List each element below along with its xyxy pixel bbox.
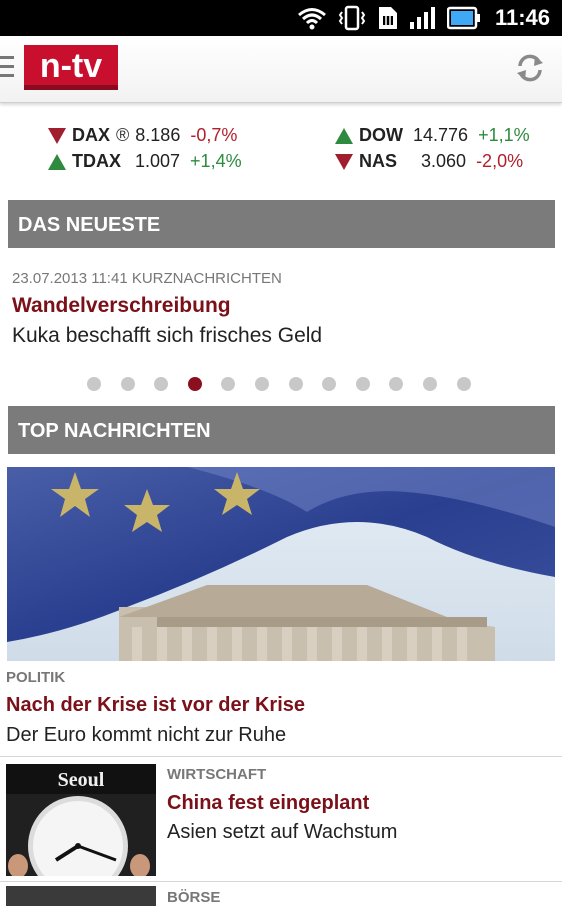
up-arrow-icon [48, 153, 66, 170]
ticker-name: TDAX [72, 151, 121, 171]
signal-icon [409, 7, 435, 29]
ntv-logo[interactable]: n-tv [24, 45, 118, 93]
ticker-change: +1,4% [190, 151, 242, 171]
pager-dot[interactable] [120, 377, 135, 391]
market-ticker: DAX ® 8.186 -0,7% TDAX 1.007 +1,4% DOW 1… [0, 118, 562, 188]
ticker-registered-mark: ® [116, 125, 130, 145]
item-kicker[interactable]: China fest eingeplant [167, 792, 369, 815]
menu-icon[interactable] [0, 56, 14, 80]
news-meta: 23.07.2013 11:41 KURZNACHRICHTEN [12, 270, 282, 287]
thumbnail-seoul-clock[interactable]: Seoul [6, 764, 156, 876]
ticker-name: NAS [359, 151, 398, 171]
item-category: WIRTSCHAFT [167, 766, 267, 783]
pager-dot[interactable] [355, 377, 370, 391]
ticker-item-tdax[interactable]: TDAX 1.007 +1,4% [48, 151, 242, 172]
news-kicker[interactable]: Wandelverschreibung [12, 294, 231, 318]
pager-dot[interactable] [154, 377, 169, 391]
ticker-value: 3.060 [421, 151, 467, 171]
vibrate-icon [338, 5, 366, 31]
divider [0, 756, 562, 757]
pager-dot[interactable] [254, 377, 269, 391]
wifi-icon [297, 8, 326, 30]
ticker-item-dow[interactable]: DOW 14.776 +1,1% [335, 125, 530, 146]
news-title[interactable]: Kuka beschafft sich frisches Geld [12, 324, 322, 348]
app-bar: n-tv [0, 36, 562, 103]
divider [0, 881, 562, 882]
pager-dots[interactable] [87, 377, 471, 391]
ticker-item-dax[interactable]: DAX ® 8.186 -0,7% [48, 125, 237, 146]
status-bar: 11:46 [0, 0, 562, 36]
logo-text: n-tv [40, 47, 102, 85]
pager-dot[interactable] [288, 377, 303, 391]
hero-image-eu-flag-acropolis[interactable] [7, 467, 555, 661]
status-time: 11:46 [494, 5, 550, 30]
item-category: BÖRSE [167, 889, 221, 906]
pager-dot-active[interactable] [187, 377, 202, 391]
battery-icon [446, 6, 480, 30]
pager-dot[interactable] [221, 377, 236, 391]
thumbnail-stock-board[interactable] [6, 886, 156, 906]
ticker-name: DOW [359, 125, 403, 145]
ticker-value: 8.186 [135, 125, 181, 145]
pager-dot[interactable] [322, 377, 337, 391]
down-arrow-icon [48, 127, 66, 144]
status-icons: 11:46 [297, 0, 550, 36]
hero-category: POLITIK [6, 669, 66, 686]
ticker-item-nas[interactable]: NAS 3.060 -2,0% [335, 151, 523, 172]
item-title[interactable]: Asien setzt auf Wachstum [167, 821, 397, 844]
up-arrow-icon [335, 127, 353, 144]
ticker-value: 14.776 [413, 125, 469, 145]
pager-dot[interactable] [389, 377, 404, 391]
section-header-top: TOP NACHRICHTEN [8, 406, 555, 454]
ticker-value: 1.007 [135, 151, 181, 171]
ticker-change: +1,1% [478, 125, 530, 145]
refresh-icon[interactable] [514, 52, 546, 84]
ticker-change: -2,0% [476, 151, 524, 171]
pager-dot[interactable] [87, 377, 101, 391]
ticker-change: -0,7% [190, 125, 238, 145]
hero-title[interactable]: Der Euro kommt nicht zur Ruhe [6, 724, 286, 747]
hero-kicker[interactable]: Nach der Krise ist vor der Krise [6, 694, 305, 717]
section-header-newest: DAS NEUESTE [8, 200, 555, 248]
pager-dot[interactable] [456, 377, 471, 391]
sim-icon [378, 7, 397, 29]
thumbnail-caption: Seoul [58, 769, 105, 791]
down-arrow-icon [335, 153, 353, 170]
ticker-name: DAX [72, 125, 111, 145]
pager-dot[interactable] [422, 377, 437, 391]
